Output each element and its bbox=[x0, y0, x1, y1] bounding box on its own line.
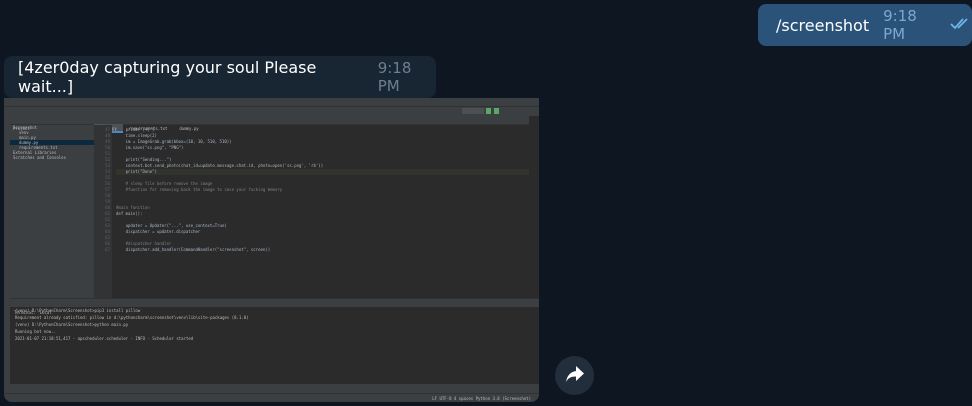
code-text: def main(): bbox=[116, 211, 143, 216]
line-number: 67 bbox=[105, 247, 110, 252]
code-text: time.sleep(2) bbox=[116, 133, 157, 138]
terminal-line: (venv) D:\PythonCharm\Screenshot>pip3 in… bbox=[15, 308, 141, 313]
code-text: print("[+]") bbox=[116, 127, 155, 132]
code-editor: main.pyrequirements.txtdummy.py 47 print… bbox=[94, 115, 529, 300]
terminal-output: (venv) D:\PythonCharm\Screenshot>pip3 in… bbox=[10, 307, 539, 342]
code-text: #main function bbox=[116, 205, 150, 210]
forward-button[interactable] bbox=[555, 356, 594, 395]
debug-icon bbox=[494, 108, 499, 114]
incoming-message-text: [4zer0day capturing your soul Please wai… bbox=[18, 58, 317, 96]
incoming-message-time: 9:18 PM bbox=[377, 59, 412, 95]
code-text: im = ImageGrab.grab(bbox=(10, 10, 510, 5… bbox=[116, 139, 232, 144]
terminal-tabs: Terminal: Local bbox=[10, 299, 539, 315]
code-text: dispatcher.add_handler(CommandHandler("s… bbox=[116, 247, 271, 252]
terminal-line: 2021-01-07 21:18:51,417 - apscheduler.sc… bbox=[15, 336, 194, 341]
project-panel: Project Screenshot venv main.py dummy.py req… bbox=[10, 115, 94, 300]
outgoing-message-text: /screenshot bbox=[776, 15, 870, 35]
outgoing-message[interactable]: /screenshot 9:18 PM bbox=[758, 4, 972, 46]
double-check-icon bbox=[950, 16, 972, 35]
code-text: updater = Updater("...", use_context=Tru… bbox=[116, 223, 227, 228]
project-tree: Screenshot venv main.py dummy.py requirement… bbox=[10, 125, 94, 160]
outgoing-message-time: 9:18 PM bbox=[883, 7, 917, 43]
incoming-message[interactable]: [4zer0day capturing your soul Please wai… bbox=[4, 56, 436, 98]
tree-item: Scratches and Consoles bbox=[13, 155, 66, 160]
ide-menubar: FileEditViewNavigateCodeRefactorRunTools… bbox=[4, 98, 539, 114]
code-text: # sleep file before remove the image bbox=[116, 181, 213, 186]
terminal-line: (venv) D:\PythonCharm\Screenshot>python … bbox=[15, 322, 129, 327]
terminal-panel: Terminal: Local (venv) D:\PythonCharm\Scr… bbox=[10, 298, 539, 385]
terminal-line: Running bot now.. bbox=[15, 329, 56, 334]
status-text: LF UTF-8 4 spaces Python 3.8 (Screenshot… bbox=[432, 396, 531, 401]
forward-arrow-icon bbox=[565, 365, 585, 387]
run-config bbox=[462, 108, 484, 114]
screenshot-image[interactable]: FileEditViewNavigateCodeRefactorRunTools… bbox=[4, 98, 539, 402]
code-text: context.bot.send_photo(chat_id=update.me… bbox=[116, 163, 324, 168]
terminal-line: Requirement already satisfied: pillow in… bbox=[15, 315, 249, 320]
code-text: dispatcher = updater.dispatcher bbox=[116, 229, 201, 234]
code-lines: 47 print("[+]") 48 time.sleep(2) 49 im = I… bbox=[105, 127, 529, 253]
ide-statusbar: LF UTF-8 4 spaces Python 3.8 (Screenshot… bbox=[4, 393, 539, 402]
code-text: print("Sending...") bbox=[116, 157, 172, 162]
ide-bottom-toolbar: TODO6: ProblemsTerminalPython Console bbox=[4, 384, 539, 400]
editor-tabs: main.pyrequirements.txtdummy.py bbox=[94, 115, 529, 133]
code-text: print("Done") bbox=[116, 169, 157, 174]
code-text: im.save("ss.png", "PNG") bbox=[116, 145, 184, 150]
run-icon bbox=[486, 108, 491, 114]
code-line: 67 dispatcher.add_handler(CommandHandler… bbox=[105, 247, 529, 253]
code-text: #dispatcher handler bbox=[116, 241, 172, 246]
code-text: #function for removing back the image to… bbox=[116, 187, 283, 192]
